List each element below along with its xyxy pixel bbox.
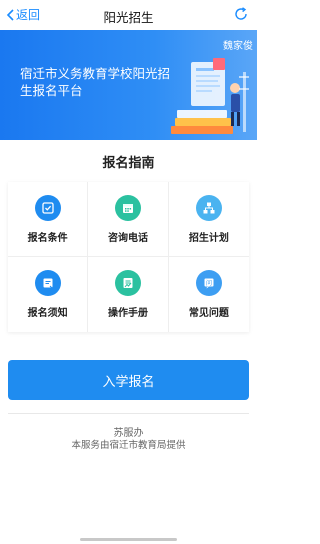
guide-item-consult-phone[interactable]: 咨询电话 <box>88 182 169 257</box>
question-icon: 问 <box>195 270 222 296</box>
guide-item-label: 报名须知 <box>27 308 68 319</box>
hero-banner: 魏家俊 宿迁市义务教育学校阳光招生报名平台 <box>0 30 257 140</box>
guide-item-label: 常见问题 <box>188 308 229 319</box>
svg-text:问: 问 <box>206 279 212 287</box>
banner-title: 宿迁市义务教育学校阳光招生报名平台 <box>20 66 171 98</box>
guide-grid: 报名条件 咨询电话 招生计划 报名须知 操作手册 问 常见问题 <box>8 182 249 332</box>
guide-item-label: 咨询电话 <box>107 232 148 244</box>
education-illustration-icon <box>171 58 249 134</box>
enroll-button[interactable]: 入学报名 <box>8 360 249 400</box>
page-title: 阳光招生 <box>103 10 154 25</box>
checkbox-icon <box>34 194 61 221</box>
guide-item-label: 招生计划 <box>188 232 229 244</box>
guide-item-faq[interactable]: 问 常见问题 <box>168 257 249 332</box>
guide-title: 报名指南 <box>102 156 155 171</box>
guide-item-label: 报名条件 <box>27 232 68 244</box>
guide-item-label: 操作手册 <box>107 308 148 319</box>
guide-item-enrollment-notice[interactable]: 报名须知 <box>8 257 89 332</box>
footer-note: 本服务由宿迁市教育局提供 <box>71 440 186 451</box>
home-indicator[interactable] <box>80 538 177 541</box>
manual-icon <box>114 270 141 296</box>
note-icon <box>34 270 61 296</box>
calendar-icon <box>114 194 141 221</box>
navbar: 返回 阳光招生 <box>0 0 257 30</box>
org-chart-icon <box>195 194 222 221</box>
guide-item-enrollment-plan[interactable]: 招生计划 <box>168 182 249 257</box>
refresh-icon[interactable] <box>233 6 249 22</box>
divider <box>8 413 249 414</box>
guide-item-enrollment-conditions[interactable]: 报名条件 <box>8 182 89 257</box>
guide-item-user-manual[interactable]: 操作手册 <box>88 257 169 332</box>
